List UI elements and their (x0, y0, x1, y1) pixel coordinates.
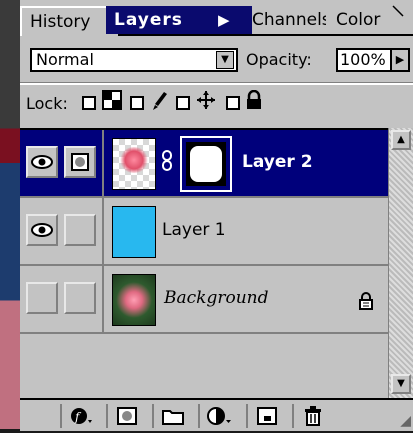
transparency-lock-icon (102, 90, 122, 114)
padlock-icon (246, 89, 262, 114)
layer-thumbnail[interactable] (112, 206, 156, 258)
layers-scrollbar[interactable]: ▲ ▼ (388, 128, 413, 398)
link-toggle-box[interactable] (64, 282, 96, 314)
eye-icon[interactable] (26, 146, 58, 178)
divider (102, 198, 104, 266)
link-toggle-box[interactable] (64, 214, 96, 246)
layer-mask-thumbnail[interactable] (180, 136, 232, 192)
trash-icon[interactable] (292, 404, 332, 428)
layers-list: Layer 2 Layer 1 Background (20, 128, 388, 400)
bottom-toolbar: f ◢ (20, 398, 413, 431)
tab-history[interactable]: History (20, 6, 118, 36)
eye-icon[interactable] (26, 214, 58, 246)
lock-position-checkbox[interactable] (176, 96, 190, 110)
scroll-up-icon[interactable]: ▲ (391, 130, 411, 150)
palette-menu-arrow-icon[interactable]: ▶ (218, 6, 231, 34)
palette-tabs: History Channels Color Layers ▶ (20, 0, 413, 36)
layer-name[interactable]: Layer 2 (242, 152, 313, 172)
tab-layers-label: Layers (114, 10, 183, 30)
divider (102, 130, 104, 198)
layer-row[interactable]: Layer 1 (20, 198, 388, 266)
visibility-toggle-box[interactable] (26, 282, 58, 314)
layer-row[interactable]: Background (20, 266, 388, 334)
blend-mode-value: Normal (36, 50, 94, 69)
layer-name[interactable]: Layer 1 (162, 220, 226, 240)
brush-icon (150, 90, 170, 116)
document-background (0, 0, 22, 429)
scroll-down-icon[interactable]: ▼ (391, 374, 411, 394)
divider (20, 82, 413, 85)
tab-layers[interactable]: Layers ▶ (106, 6, 252, 34)
layer-style-icon[interactable]: f (60, 404, 100, 428)
mask-indicator-icon[interactable] (64, 146, 96, 178)
opacity-input[interactable]: 100% (336, 48, 392, 72)
opacity-slider-arrow-icon[interactable]: ▶ (390, 48, 410, 72)
layer-thumbnail[interactable] (112, 274, 156, 326)
padlock-icon (358, 292, 374, 314)
divider (102, 266, 104, 334)
new-set-icon[interactable] (152, 404, 192, 428)
move-arrows-icon (196, 90, 216, 114)
lock-pixels-checkbox[interactable] (130, 96, 144, 110)
chevron-down-icon[interactable]: ▼ (216, 51, 234, 69)
blend-mode-select[interactable]: Normal ▼ (30, 48, 238, 72)
layer-name[interactable]: Background (164, 288, 268, 308)
layers-palette: History Channels Color Layers ▶ Normal ▼… (20, 0, 413, 431)
lock-transparency-checkbox[interactable] (82, 96, 96, 110)
adjustment-layer-icon[interactable] (198, 404, 238, 428)
layer-row[interactable]: Layer 2 (20, 130, 388, 198)
add-mask-icon[interactable] (106, 404, 146, 428)
layer-thumbnail[interactable] (112, 138, 156, 190)
lock-label: Lock: (26, 94, 68, 113)
new-layer-icon[interactable] (246, 404, 286, 428)
resize-grip-icon[interactable]: ◢ (400, 413, 411, 429)
tab-channels[interactable]: Channels (242, 6, 336, 34)
chain-link-icon[interactable] (162, 150, 172, 177)
opacity-label: Opacity: (246, 50, 312, 69)
flower-thumbnail-image (119, 147, 149, 173)
palette-close-icon[interactable] (391, 4, 405, 18)
lock-all-checkbox[interactable] (226, 96, 240, 110)
